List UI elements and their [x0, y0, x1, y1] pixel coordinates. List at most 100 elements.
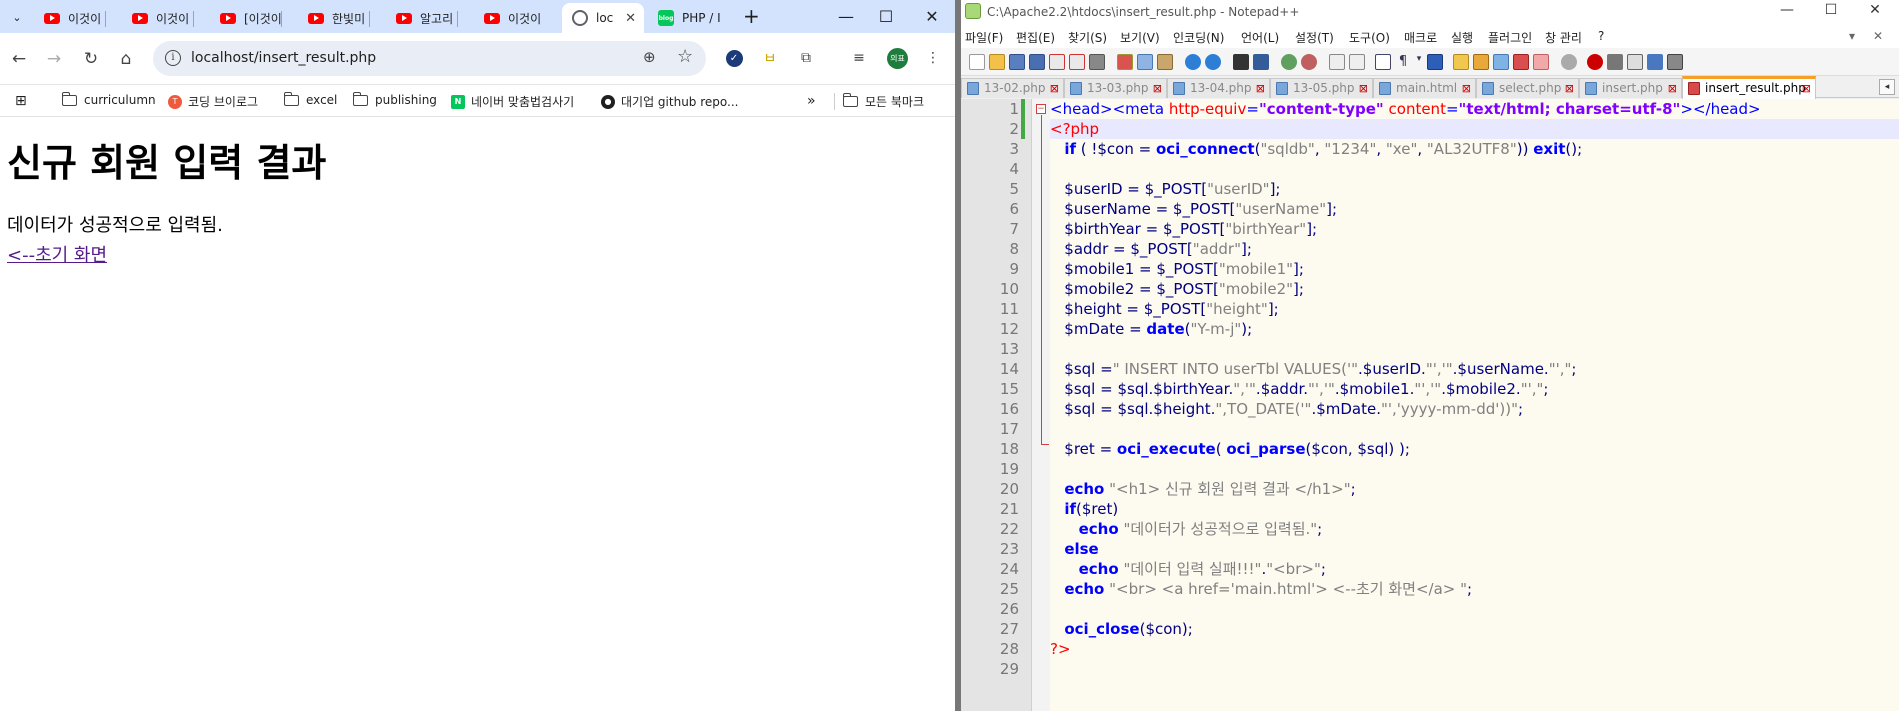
- bookmark-folder-publishing[interactable]: publishing: [352, 91, 437, 107]
- macro-run-multiple-icon[interactable]: [1647, 54, 1663, 70]
- address-bar[interactable]: i localhost/insert_result.php ⊕ ☆: [153, 41, 706, 76]
- redo-icon[interactable]: [1205, 54, 1221, 70]
- bookmark-github-repo[interactable]: ● 대기업 github repo...: [601, 93, 738, 110]
- code-line[interactable]: $userName = $_POST["userName"];: [1050, 199, 1899, 219]
- back-to-main-link[interactable]: <--초기 화면: [7, 241, 107, 267]
- code-line[interactable]: $birthYear = $_POST["birthYear"];: [1050, 219, 1899, 239]
- browser-tab[interactable]: 이것이: [474, 3, 558, 33]
- undo-icon[interactable]: [1185, 54, 1201, 70]
- file-tab[interactable]: 13-02.php ⊠: [961, 78, 1064, 98]
- code-line[interactable]: [1050, 459, 1899, 479]
- file-tab[interactable]: 13-04.php ⊠: [1167, 78, 1270, 98]
- code-line[interactable]: [1050, 339, 1899, 359]
- code-line[interactable]: echo "데이터 입력 실패!!!"."<br>";: [1050, 559, 1899, 579]
- zoom-in-icon[interactable]: [1281, 54, 1297, 70]
- code-line[interactable]: oci_close($con);: [1050, 619, 1899, 639]
- apps-grid-icon[interactable]: ⊞: [15, 93, 27, 109]
- code-line[interactable]: if ( !$con = oci_connect("sqldb", "1234"…: [1050, 139, 1899, 159]
- code-line[interactable]: else: [1050, 539, 1899, 559]
- code-line[interactable]: $height = $_POST["height"];: [1050, 299, 1899, 319]
- extension-check-icon[interactable]: ✓: [723, 47, 745, 69]
- more-menu-icon[interactable]: ⋮: [922, 47, 944, 69]
- document-map-icon[interactable]: [1473, 54, 1489, 70]
- code-line[interactable]: <?php: [1050, 119, 1899, 139]
- all-bookmarks-folder[interactable]: 모든 북마크: [834, 93, 924, 110]
- menu-dropdown-icon[interactable]: ▾: [1849, 29, 1855, 43]
- tab-search-button[interactable]: ⌄: [5, 5, 29, 29]
- new-tab-button[interactable]: +: [743, 5, 760, 27]
- menu-window[interactable]: 창 관리: [1545, 29, 1582, 46]
- code-line[interactable]: $userID = $_POST["userID"];: [1050, 179, 1899, 199]
- bookmark-coding-vlog[interactable]: T 코딩 브이로그: [168, 93, 258, 110]
- extensions-puzzle-icon[interactable]: ⧉: [795, 47, 817, 69]
- folder-as-workspace-icon[interactable]: [1533, 54, 1549, 70]
- menu-macro[interactable]: 매크로: [1404, 29, 1437, 46]
- indent-guide-icon[interactable]: [1427, 54, 1443, 70]
- code-line[interactable]: echo "<br> <a href='main.html'> <--초기 화면…: [1050, 579, 1899, 599]
- code-line[interactable]: <head><meta http-equiv="content-type" co…: [1050, 99, 1899, 119]
- code-line[interactable]: $mDate = date("Y-m-j");: [1050, 319, 1899, 339]
- code-line[interactable]: echo "<h1> 신규 회원 입력 결과 </h1>";: [1050, 479, 1899, 499]
- zoom-out-icon[interactable]: [1301, 54, 1317, 70]
- monitoring-icon[interactable]: [1561, 54, 1577, 70]
- code-line[interactable]: echo "데이터가 성공적으로 입력됨.";: [1050, 519, 1899, 539]
- code-line[interactable]: $sql =" INSERT INTO userTbl VALUES('".$u…: [1050, 359, 1899, 379]
- browser-tab[interactable]: 이것이: [122, 3, 194, 33]
- close-tab-icon[interactable]: ⊠: [1668, 79, 1677, 98]
- file-tab[interactable]: 13-03.php ⊠: [1064, 78, 1167, 98]
- close-tab-icon[interactable]: ⊠: [1050, 79, 1059, 98]
- bookmarks-overflow-button[interactable]: »: [807, 93, 816, 109]
- bookmark-folder-excel[interactable]: excel: [283, 91, 337, 107]
- close-file-icon[interactable]: [1049, 54, 1065, 70]
- maximize-button[interactable]: ☐: [866, 4, 906, 28]
- home-button[interactable]: ⌂: [113, 46, 139, 72]
- copy-icon[interactable]: [1137, 54, 1153, 70]
- browser-tab[interactable]: 한빛미: [298, 3, 370, 33]
- replace-icon[interactable]: [1253, 54, 1269, 70]
- menu-run[interactable]: 실행: [1451, 29, 1473, 46]
- code-line[interactable]: [1050, 159, 1899, 179]
- bookmark-star-icon[interactable]: ☆: [677, 46, 693, 67]
- cut-icon[interactable]: [1117, 54, 1133, 70]
- code-editor[interactable]: 1 2 3 4 5 6 7 8 9 10 11 12 13 14 15 16 17 18 19 20 21 22 23 24 2…: [961, 99, 1899, 711]
- npp-minimize-button[interactable]: —: [1765, 2, 1809, 22]
- menu-encoding[interactable]: 인코딩(N): [1173, 29, 1224, 46]
- browser-tab[interactable]: 알고리: [386, 3, 458, 33]
- site-info-icon[interactable]: i: [165, 50, 181, 66]
- document-list-icon[interactable]: [1493, 54, 1509, 70]
- save-icon[interactable]: [1009, 54, 1025, 70]
- find-icon[interactable]: [1233, 54, 1249, 70]
- back-button[interactable]: ←: [6, 46, 32, 72]
- menu-close-doc-icon[interactable]: ✕: [1873, 29, 1883, 43]
- menu-help[interactable]: ?: [1598, 29, 1604, 43]
- code-line[interactable]: $addr = $_POST["addr"];: [1050, 239, 1899, 259]
- close-all-icon[interactable]: [1069, 54, 1085, 70]
- code-line[interactable]: $sql = $sql.$birthYear.",'".$addr."','".…: [1050, 379, 1899, 399]
- menu-view[interactable]: 보기(V): [1120, 29, 1160, 46]
- menu-language[interactable]: 언어(L): [1241, 29, 1279, 46]
- sync-horizontal-icon[interactable]: [1349, 54, 1365, 70]
- code-line[interactable]: $mobile2 = $_POST["mobile2"];: [1050, 279, 1899, 299]
- code-line[interactable]: [1050, 659, 1899, 679]
- macro-play-icon[interactable]: [1627, 54, 1643, 70]
- function-list-icon[interactable]: [1513, 54, 1529, 70]
- menu-search[interactable]: 찾기(S): [1068, 29, 1107, 46]
- close-tab-icon[interactable]: ✕: [625, 11, 636, 26]
- file-tab[interactable]: main.html ⊠: [1373, 78, 1476, 98]
- menu-settings[interactable]: 설정(T): [1295, 29, 1334, 46]
- browser-tab[interactable]: blog PHP / I: [648, 3, 730, 33]
- menu-tools[interactable]: 도구(O): [1349, 29, 1390, 46]
- npp-maximize-button[interactable]: ☐: [1809, 2, 1853, 22]
- menu-plugins[interactable]: 플러그인: [1488, 29, 1532, 46]
- macro-record-icon[interactable]: [1587, 54, 1603, 70]
- paste-icon[interactable]: [1157, 54, 1173, 70]
- code-area[interactable]: <head><meta http-equiv="content-type" co…: [1050, 99, 1899, 711]
- code-line[interactable]: $sql = $sql.$height.",TO_DATE('".$mDate.…: [1050, 399, 1899, 419]
- code-line[interactable]: [1050, 419, 1899, 439]
- udl-icon[interactable]: [1453, 54, 1469, 70]
- menu-edit[interactable]: 편집(E): [1016, 29, 1055, 46]
- word-wrap-icon[interactable]: [1375, 54, 1391, 70]
- browser-tab-active[interactable]: loc ✕: [562, 3, 644, 33]
- code-line[interactable]: $ret = oci_execute( oci_parse($con, $sql…: [1050, 439, 1899, 459]
- forward-button[interactable]: →: [41, 46, 67, 72]
